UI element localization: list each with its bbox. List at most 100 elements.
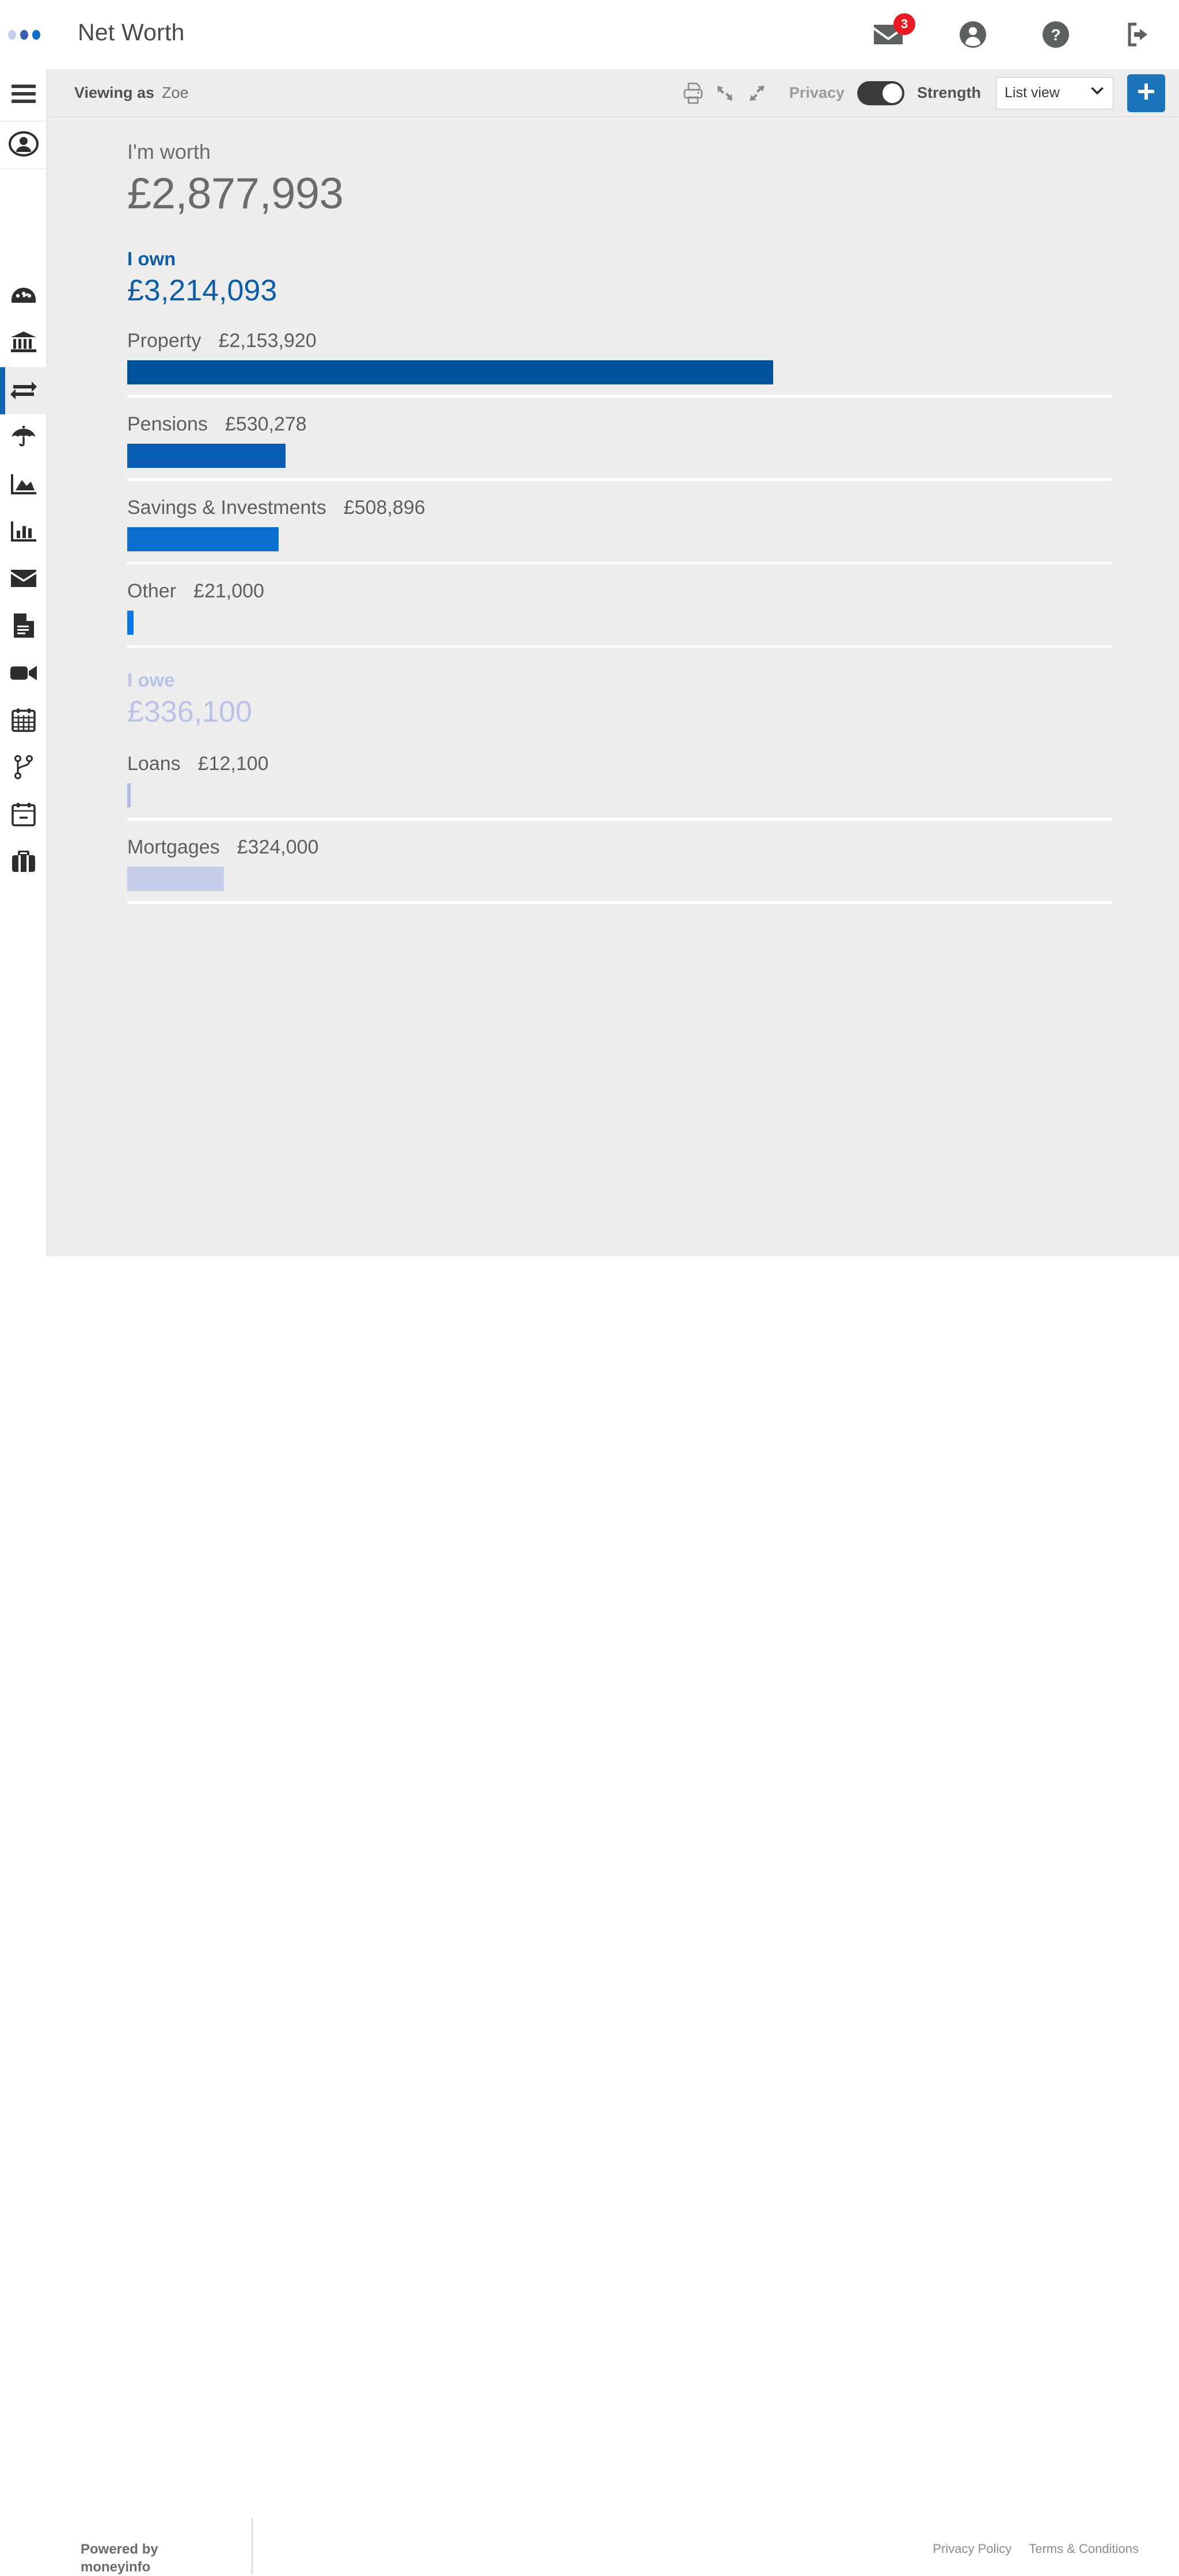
speedometer-icon: [11, 287, 36, 307]
liability-row-head: Mortgages £324,000: [127, 836, 1112, 859]
logo-dot-1: [8, 30, 16, 40]
asset-row-other[interactable]: Other £21,000: [127, 580, 1112, 648]
privacy-strength-toggle[interactable]: [857, 81, 904, 105]
row-divider: [127, 818, 1112, 821]
sidebar-item-video[interactable]: [0, 650, 47, 698]
terms-conditions-link[interactable]: Terms & Conditions: [1029, 2541, 1139, 2556]
sidebar-item-reports[interactable]: [0, 509, 47, 556]
sidebar-item-calendar[interactable]: [0, 698, 47, 745]
asset-bar: [127, 444, 286, 468]
row-divider: [127, 645, 1112, 648]
calendar-grid-icon: [11, 708, 36, 735]
viewing-as: Viewing as Zoe: [74, 84, 189, 102]
sidebar-item-events[interactable]: [0, 792, 47, 839]
print-icon[interactable]: [683, 82, 703, 104]
toolbar-controls: Privacy Strength List view: [683, 69, 1165, 117]
area-chart-icon: [10, 473, 37, 498]
sidebar-item-menu-toggle[interactable]: [0, 69, 47, 121]
i-owe-total: £336,100: [127, 695, 252, 729]
sidebar-item-protection[interactable]: [0, 414, 47, 462]
asset-row-property[interactable]: Property £2,153,920: [127, 330, 1112, 398]
video-camera-icon: [10, 664, 37, 685]
svg-text:?: ?: [1051, 26, 1060, 44]
asset-bar-track: [127, 527, 1112, 551]
liability-amount: £12,100: [197, 753, 269, 775]
asset-row-head: Savings & Investments £508,896: [127, 497, 1112, 519]
sidebar-item-profile[interactable]: [0, 121, 47, 169]
asset-bar: [127, 360, 773, 384]
asset-row-head: Other £21,000: [127, 580, 1112, 603]
expand-icon[interactable]: [748, 84, 766, 102]
viewing-as-label: Viewing as: [74, 84, 155, 101]
envelope-icon: [10, 569, 37, 591]
messages-badge: 3: [893, 13, 915, 35]
account-icon[interactable]: [959, 21, 987, 48]
calendar-minus-icon: [11, 802, 36, 829]
asset-amount: £21,000: [193, 580, 264, 602]
liability-bar: [127, 783, 131, 807]
worth-value: £2,877,993: [127, 169, 344, 218]
powered-by-line2: moneyinfo: [81, 2559, 151, 2575]
collapse-icon[interactable]: [716, 84, 734, 102]
main-panel: Viewing as Zoe Privacy Strength List vie…: [47, 69, 1179, 1256]
asset-row-pensions[interactable]: Pensions £530,278: [127, 413, 1112, 481]
sidebar-item-business[interactable]: [0, 839, 47, 886]
row-divider: [127, 478, 1112, 481]
asset-row-head: Property £2,153,920: [127, 330, 1112, 352]
logo-dot-2: [20, 30, 28, 40]
messages-icon[interactable]: 3: [873, 13, 915, 47]
row-divider: [127, 562, 1112, 565]
add-button[interactable]: [1127, 74, 1165, 112]
sidebar-item-messages[interactable]: [0, 556, 47, 603]
liability-label: Loans: [127, 753, 181, 775]
liability-bar-track: [127, 867, 1112, 891]
liability-label: Mortgages: [127, 836, 220, 858]
logout-icon[interactable]: [1125, 21, 1154, 48]
sidebar-item-documents[interactable]: [0, 603, 47, 650]
liability-bar: [127, 867, 224, 891]
liability-row-head: Loans £12,100: [127, 753, 1112, 775]
asset-bar-track: [127, 444, 1112, 468]
asset-amount: £2,153,920: [218, 330, 317, 352]
asset-bar: [127, 527, 279, 551]
asset-bar: [127, 611, 134, 635]
liability-amount: £324,000: [237, 836, 319, 858]
privacy-policy-link[interactable]: Privacy Policy: [933, 2541, 1011, 2556]
sidebar-item-banking[interactable]: [0, 320, 47, 367]
asset-row-savings-investments[interactable]: Savings & Investments £508,896: [127, 497, 1112, 565]
liability-row-mortgages[interactable]: Mortgages £324,000: [127, 836, 1112, 904]
liability-row-loans[interactable]: Loans £12,100: [127, 753, 1112, 821]
view-select[interactable]: List view: [996, 77, 1113, 109]
powered-by-line1: Powered by: [81, 2541, 158, 2557]
asset-label: Pensions: [127, 413, 208, 435]
liability-bar-track: [127, 783, 1112, 807]
asset-label: Property: [127, 330, 201, 352]
privacy-label: Privacy: [789, 84, 845, 101]
sidebar-item-workflow[interactable]: [0, 745, 47, 792]
row-divider: [127, 395, 1112, 398]
sidebar-item-dashboard[interactable]: [0, 273, 47, 320]
branch-icon: [13, 754, 34, 782]
content-toolbar: Viewing as Zoe Privacy Strength List vie…: [47, 69, 1179, 117]
hamburger-icon: [11, 84, 36, 106]
sidebar-item-transactions[interactable]: [0, 367, 47, 414]
asset-bar-track: [127, 360, 1112, 384]
asset-label: Other: [127, 580, 177, 602]
footer-divider: [252, 2518, 253, 2574]
chevron-down-icon: [1090, 87, 1105, 99]
asset-row-head: Pensions £530,278: [127, 413, 1112, 436]
footer-links: Privacy Policy Terms & Conditions: [933, 2541, 1139, 2556]
i-own-total: £3,214,093: [127, 274, 277, 307]
exchange-arrows-icon: [10, 380, 37, 402]
page-title: Net Worth: [78, 19, 185, 45]
umbrella-icon: [11, 425, 36, 451]
help-icon[interactable]: ?: [1042, 21, 1070, 48]
document-icon: [13, 613, 35, 641]
asset-amount: £530,278: [225, 413, 307, 435]
asset-bar-track: [127, 611, 1112, 635]
plus-icon: [1137, 82, 1155, 104]
bank-icon: [10, 331, 37, 357]
sidebar-item-investments[interactable]: [0, 462, 47, 509]
